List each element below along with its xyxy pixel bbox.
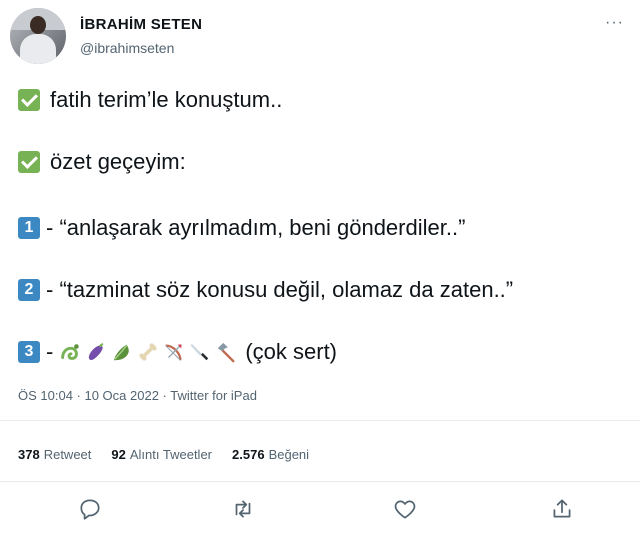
divider [0, 481, 640, 482]
tweet-text: (çok sert) [245, 339, 338, 364]
more-options-icon[interactable]: ··· [605, 14, 624, 32]
tweet-timestamp[interactable]: ÖS 10:04 · 10 Oca 2022 · Twitter for iPa… [18, 388, 257, 403]
dash: - [46, 339, 54, 364]
keycap-1-icon: 1 [18, 217, 40, 239]
lettuce-emoji [114, 344, 130, 361]
keycap-3-icon: 3 [18, 341, 40, 363]
tweet-header: İBRAHİM SETEN @ibrahimseten ··· [10, 8, 630, 68]
retweets-stat[interactable]: 378 Retweet [18, 447, 91, 462]
tweet-text: - “anlaşarak ayrılmadım, beni gönderdile… [46, 215, 466, 240]
avatar[interactable] [10, 8, 66, 64]
share-icon[interactable] [549, 496, 575, 522]
emoji-row [59, 341, 237, 363]
bow-and-arrow-emoji [165, 344, 183, 361]
tweet-text: - “tazminat söz konusu değil, olamaz da … [46, 277, 514, 302]
bone-emoji [139, 343, 157, 361]
tweet-line-5: 3 - (çok sert) [18, 338, 337, 366]
engagement-stats: 378 Retweet 92 Alıntı Tweetler 2.576 Beğeni [18, 447, 309, 462]
check-mark-icon [18, 151, 40, 173]
like-icon[interactable] [392, 496, 418, 522]
tweet-line-2: özet geçeyim: [18, 148, 186, 176]
knife-emoji [191, 343, 209, 361]
tweet-line-4: 2 - “tazminat söz konusu değil, olamaz d… [18, 276, 513, 304]
tweet-line-1: fatih terim’le konuştum.. [18, 86, 282, 114]
snake-emoji [61, 344, 80, 360]
display-name[interactable]: İBRAHİM SETEN [80, 16, 202, 33]
retweet-icon[interactable] [230, 496, 256, 522]
axe-emoji [218, 342, 235, 363]
divider [0, 420, 640, 421]
check-mark-icon [18, 89, 40, 111]
tweet-line-3: 1 - “anlaşarak ayrılmadım, beni gönderdi… [18, 214, 465, 242]
tweet-text: fatih terim’le konuştum.. [50, 87, 283, 112]
reply-icon[interactable] [77, 496, 103, 522]
quote-tweets-stat[interactable]: 92 Alıntı Tweetler [111, 447, 212, 462]
keycap-2-icon: 2 [18, 279, 40, 301]
eggplant-emoji [89, 342, 104, 361]
tweet-actions [0, 494, 640, 526]
user-handle[interactable]: @ibrahimseten [80, 40, 174, 56]
tweet-text: özet geçeyim: [50, 149, 186, 174]
likes-stat[interactable]: 2.576 Beğeni [232, 447, 309, 462]
